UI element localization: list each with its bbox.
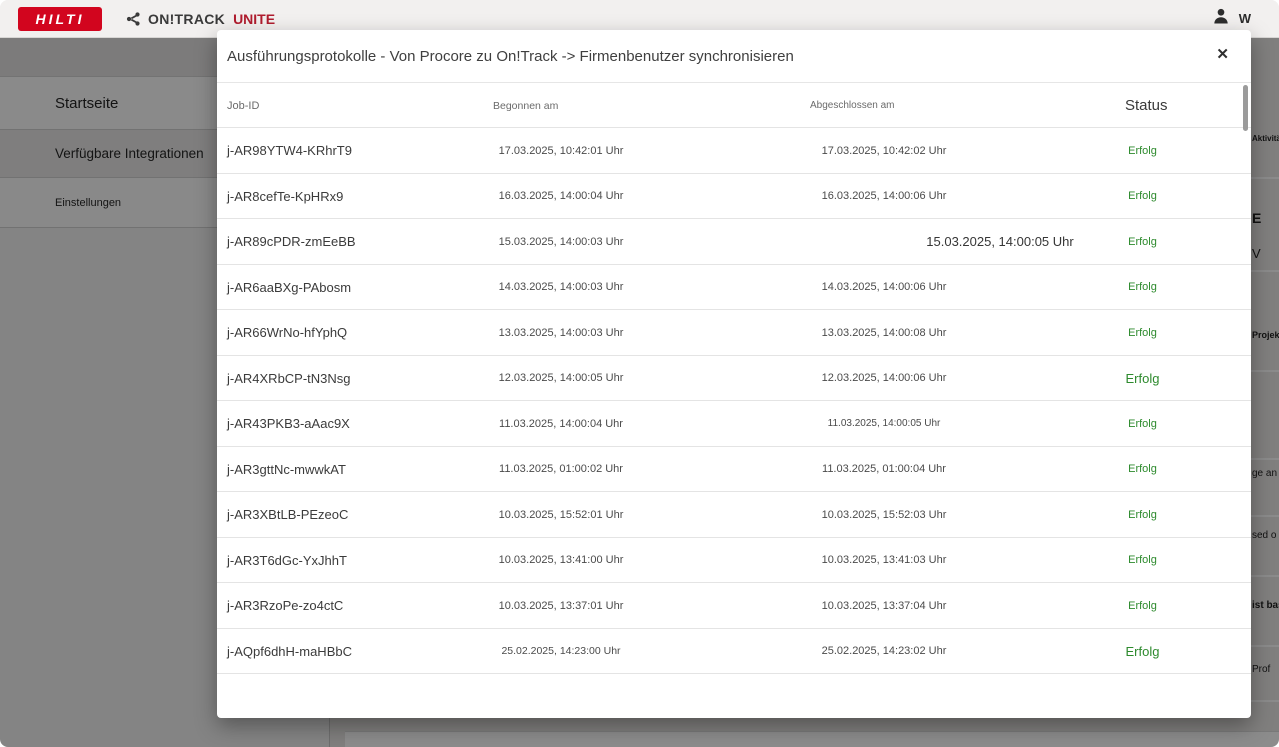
started-cell: 10.03.2025, 15:52:01 Uhr xyxy=(498,508,624,521)
job-id-cell: j-AR98YTW4-KRhrT9 xyxy=(227,143,352,159)
column-header-status: Status xyxy=(1125,97,1168,114)
job-id-cell: j-AR6aaBXg-PAbosm xyxy=(227,279,352,295)
completed-cell: 12.03.2025, 14:00:06 Uhr xyxy=(821,372,947,385)
completed-cell: 25.02.2025, 14:23:02 Uhr xyxy=(821,645,947,658)
column-header-job-id: Job-ID xyxy=(227,99,260,112)
status-badge: Erfolg xyxy=(1128,599,1157,612)
table-row: j-AR43PKB3-aAac9X 11.03.2025, 14:00:04 U… xyxy=(217,401,1251,447)
started-cell: 16.03.2025, 14:00:04 Uhr xyxy=(498,190,624,203)
status-badge: Erfolg xyxy=(1128,235,1157,248)
person-icon xyxy=(1211,6,1231,31)
table-row: j-AR3T6dGc-YxJhhT 10.03.2025, 13:41:00 U… xyxy=(217,538,1251,583)
table-row: j-AR4XRbCP-tN3Nsg 12.03.2025, 14:00:05 U… xyxy=(217,356,1251,401)
table-row: j-AR3RzoPe-zo4ctC 10.03.2025, 13:37:01 U… xyxy=(217,583,1251,629)
column-header-abgeschlossen-am: Abgeschlossen am xyxy=(810,100,895,111)
started-cell: 14.03.2025, 14:00:03 Uhr xyxy=(498,281,624,294)
completed-cell: 15.03.2025, 14:00:05 Uhr xyxy=(926,234,1074,250)
job-id-cell: j-AR43PKB3-aAac9X xyxy=(227,416,350,432)
modal-title: Ausführungsprotokolle - Von Procore zu O… xyxy=(227,48,794,65)
started-cell: 11.03.2025, 14:00:04 Uhr xyxy=(499,417,623,430)
status-badge: Erfolg xyxy=(1125,370,1160,386)
close-icon[interactable]: ✕ xyxy=(1216,47,1229,62)
job-id-cell: j-AR4XRbCP-tN3Nsg xyxy=(227,370,351,386)
table-row: j-AR66WrNo-hfYphQ 13.03.2025, 14:00:03 U… xyxy=(217,310,1251,356)
completed-cell: 14.03.2025, 14:00:06 Uhr xyxy=(821,281,947,294)
completed-cell: 10.03.2025, 15:52:03 Uhr xyxy=(821,508,947,521)
ontrack-brand[interactable]: ON!TRACK UNITE xyxy=(126,11,275,27)
modal-title-bar: Ausführungsprotokolle - Von Procore zu O… xyxy=(217,30,1251,83)
job-id-cell: j-AR3T6dGc-YxJhhT xyxy=(227,552,347,568)
table-row: j-AR3XBtLB-PEzeoC 10.03.2025, 15:52:01 U… xyxy=(217,492,1251,538)
job-id-cell: j-AR3RzoPe-zo4ctC xyxy=(227,598,344,614)
started-cell: 15.03.2025, 14:00:03 Uhr xyxy=(498,235,624,248)
status-badge: Erfolg xyxy=(1128,190,1157,203)
brand-name: ON!TRACK xyxy=(148,10,226,27)
status-badge: Erfolg xyxy=(1128,417,1157,430)
completed-cell: 11.03.2025, 14:00:05 Uhr xyxy=(827,418,941,430)
user-name: W xyxy=(1238,11,1251,26)
status-badge: Erfolg xyxy=(1128,144,1157,157)
hilti-logo[interactable]: HILTI xyxy=(18,6,102,31)
status-badge: Erfolg xyxy=(1125,643,1160,659)
status-badge: Erfolg xyxy=(1128,281,1157,294)
table-row: j-AQpf6dhH-maHBbC 25.02.2025, 14:23:00 U… xyxy=(217,629,1251,674)
completed-cell: 10.03.2025, 13:41:03 Uhr xyxy=(821,554,947,567)
job-id-cell: j-AR66WrNo-hfYphQ xyxy=(227,325,348,341)
network-share-icon xyxy=(126,11,142,27)
completed-cell: 11.03.2025, 01:00:04 Uhr xyxy=(822,463,946,476)
completed-cell: 16.03.2025, 14:00:06 Uhr xyxy=(821,190,947,203)
job-id-cell: j-AR3XBtLB-PEzeoC xyxy=(227,507,349,523)
table-row: j-AR3gttNc-mwwkAT 11.03.2025, 01:00:02 U… xyxy=(217,447,1251,492)
table-row: j-AR89cPDR-zmEeBB 15.03.2025, 14:00:03 U… xyxy=(217,219,1251,265)
status-badge: Erfolg xyxy=(1128,326,1157,339)
started-cell: 17.03.2025, 10:42:01 Uhr xyxy=(498,144,624,157)
user-menu[interactable]: W xyxy=(1211,6,1251,31)
brand-suffix: UNITE xyxy=(233,10,276,27)
table-body: j-AR98YTW4-KRhrT9 17.03.2025, 10:42:01 U… xyxy=(217,128,1251,674)
job-id-cell: j-AQpf6dhH-maHBbC xyxy=(227,643,352,659)
status-badge: Erfolg xyxy=(1128,463,1157,476)
started-cell: 25.02.2025, 14:23:00 Uhr xyxy=(501,645,621,658)
job-id-cell: j-AR8cefTe-KpHRx9 xyxy=(227,188,344,204)
started-cell: 13.03.2025, 14:00:03 Uhr xyxy=(498,326,624,339)
started-cell: 10.03.2025, 13:37:01 Uhr xyxy=(498,599,624,612)
table-row: j-AR6aaBXg-PAbosm 14.03.2025, 14:00:03 U… xyxy=(217,265,1251,310)
table-row: j-AR8cefTe-KpHRx9 16.03.2025, 14:00:04 U… xyxy=(217,174,1251,219)
completed-cell: 10.03.2025, 13:37:04 Uhr xyxy=(821,599,947,612)
completed-cell: 17.03.2025, 10:42:02 Uhr xyxy=(821,144,947,157)
table-header-row: Job-ID Begonnen am Abgeschlossen am Stat… xyxy=(217,83,1251,128)
started-cell: 12.03.2025, 14:00:05 Uhr xyxy=(498,372,624,385)
job-id-cell: j-AR3gttNc-mwwkAT xyxy=(227,461,346,477)
modal-scrollbar-thumb[interactable] xyxy=(1243,85,1248,131)
table-row: j-AR98YTW4-KRhrT9 17.03.2025, 10:42:01 U… xyxy=(217,128,1251,174)
execution-logs-modal: Ausführungsprotokolle - Von Procore zu O… xyxy=(217,30,1251,718)
job-id-cell: j-AR89cPDR-zmEeBB xyxy=(227,234,356,250)
started-cell: 11.03.2025, 01:00:02 Uhr xyxy=(499,463,623,476)
completed-cell: 13.03.2025, 14:00:08 Uhr xyxy=(821,326,947,339)
column-header-begonnen-am: Begonnen am xyxy=(493,99,559,112)
app-window: Startseite Verfügbare Integrationen Eins… xyxy=(0,0,1279,747)
status-badge: Erfolg xyxy=(1128,554,1157,567)
status-badge: Erfolg xyxy=(1128,508,1157,521)
started-cell: 10.03.2025, 13:41:00 Uhr xyxy=(498,554,624,567)
